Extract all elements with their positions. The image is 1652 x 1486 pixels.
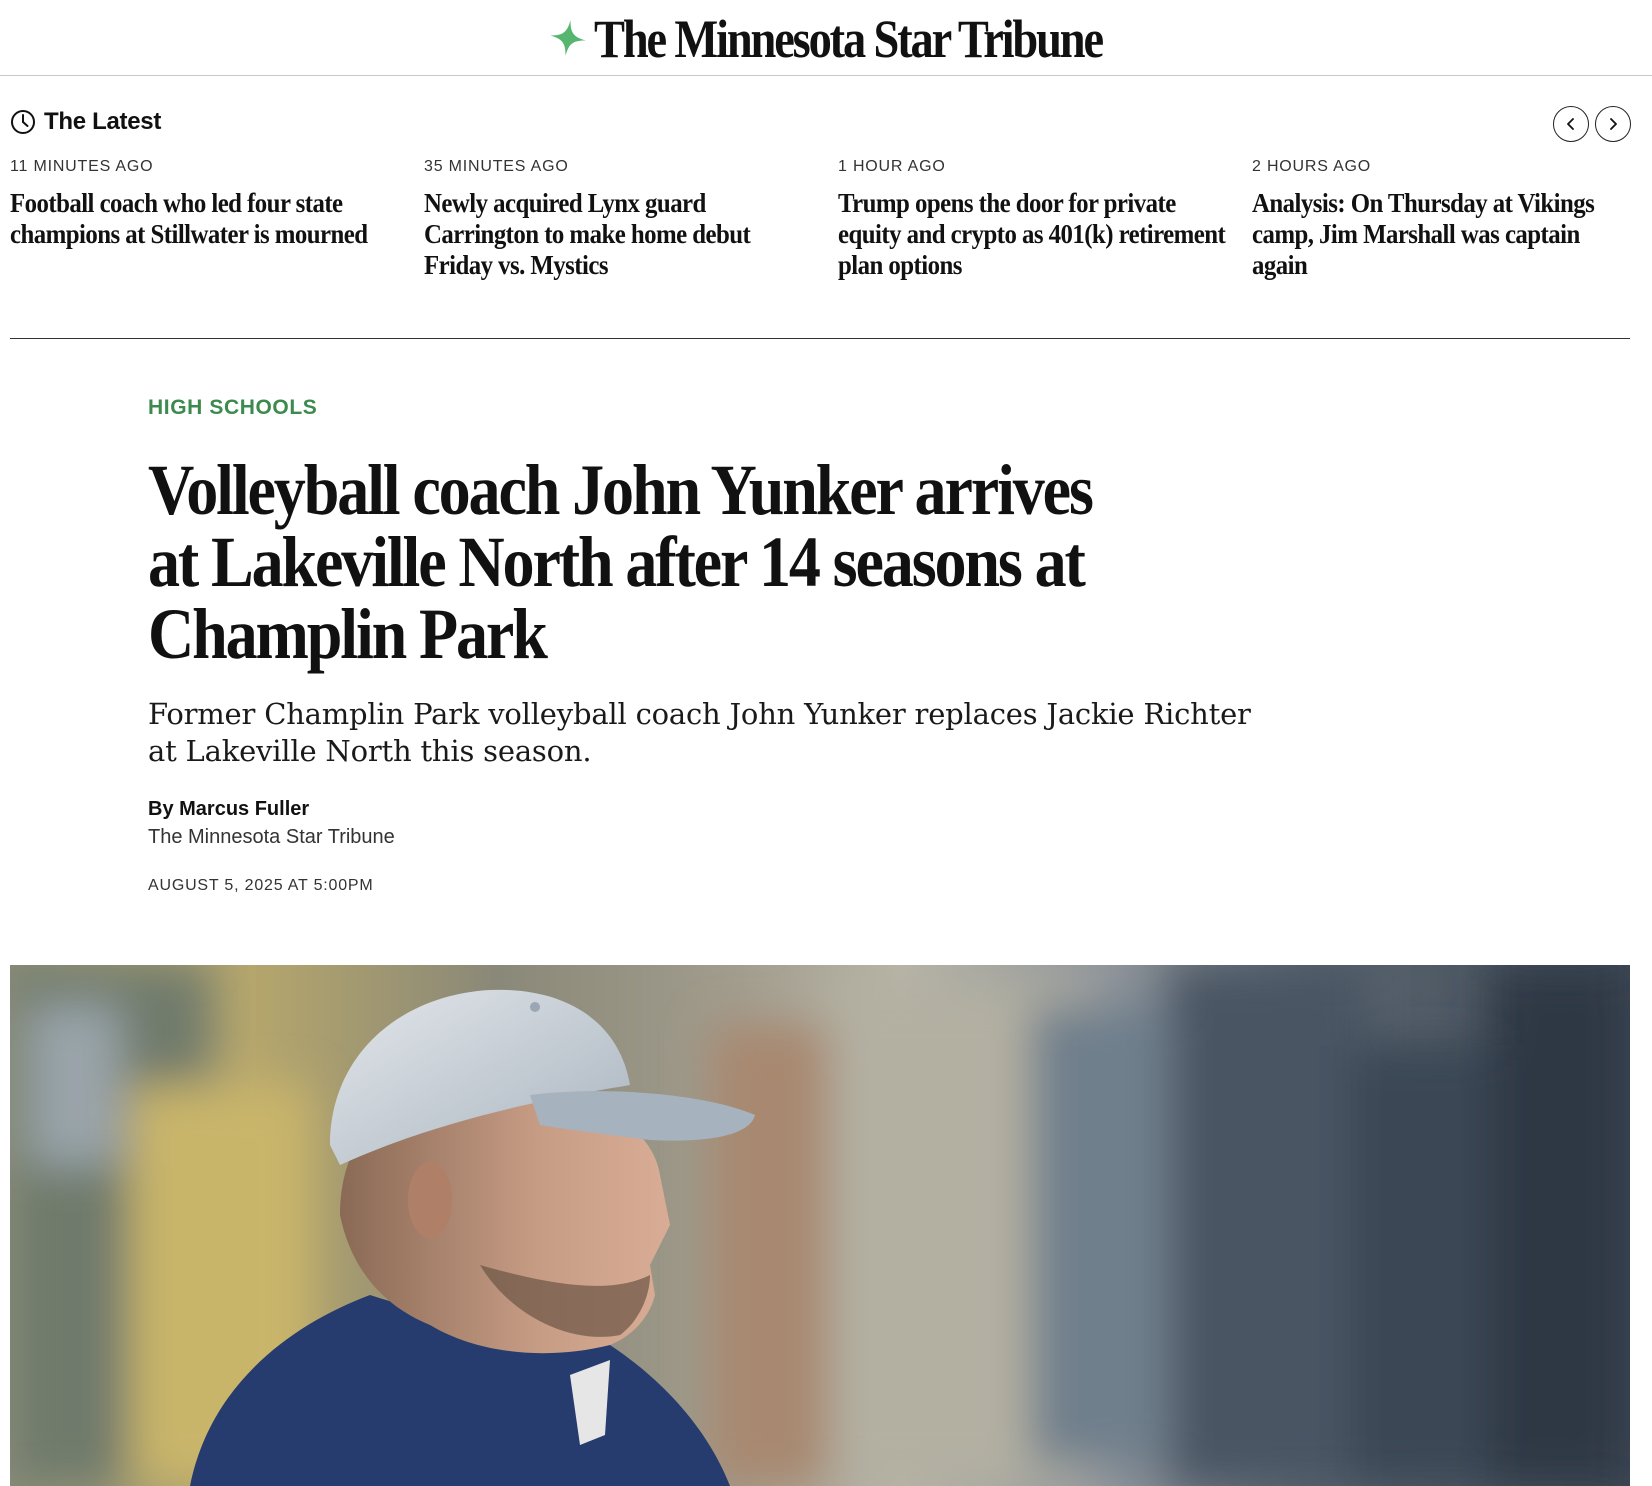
carousel-prev-button[interactable] bbox=[1553, 106, 1589, 142]
section-label-link[interactable]: HIGH SCHOOLS bbox=[148, 396, 317, 420]
site-logo-link[interactable]: The Minnesota Star Tribune bbox=[548, 10, 1105, 66]
article-dek: Former Champlin Park volleyball coach Jo… bbox=[148, 697, 1251, 768]
latest-title: The Latest bbox=[44, 108, 162, 135]
latest-item[interactable]: 35 MINUTES AGO Newly acquired Lynx guard… bbox=[424, 158, 838, 281]
latest-item-time: 11 MINUTES AGO bbox=[10, 158, 154, 175]
lead-photo bbox=[10, 965, 1630, 1486]
clock-icon bbox=[10, 109, 36, 135]
latest-item-headline[interactable]: Trump opens the door for private equity … bbox=[838, 188, 1234, 281]
latest-item[interactable]: 11 MINUTES AGO Football coach who led fo… bbox=[10, 158, 424, 281]
section-divider bbox=[10, 338, 1630, 339]
masthead: The Minnesota Star Tribune bbox=[0, 0, 1652, 76]
latest-header: The Latest bbox=[10, 108, 161, 136]
publish-date: AUGUST 5, 2025 AT 5:00PM bbox=[148, 877, 374, 894]
carousel-next-button[interactable] bbox=[1595, 106, 1631, 142]
article-title: Volleyball coach John Yunker arrives at … bbox=[148, 450, 1094, 674]
latest-item-headline[interactable]: Analysis: On Thursday at Vikings camp, J… bbox=[1252, 188, 1629, 281]
latest-item-time: 35 MINUTES AGO bbox=[424, 158, 569, 175]
latest-item[interactable]: 2 HOURS AGO Analysis: On Thursday at Vik… bbox=[1252, 158, 1642, 281]
chevron-left-icon bbox=[1564, 117, 1578, 131]
byline-prefix: By bbox=[148, 798, 180, 820]
latest-item[interactable]: 1 HOUR AGO Trump opens the door for priv… bbox=[838, 158, 1252, 281]
latest-items-list: 11 MINUTES AGO Football coach who led fo… bbox=[10, 158, 1642, 281]
chevron-right-icon bbox=[1606, 117, 1620, 131]
author-organization: The Minnesota Star Tribune bbox=[148, 826, 395, 848]
author-link[interactable]: Marcus Fuller bbox=[179, 798, 309, 820]
latest-carousel-nav bbox=[1553, 106, 1631, 142]
latest-item-time: 1 HOUR AGO bbox=[838, 158, 946, 175]
article-header: HIGH SCHOOLS Volleyball coach John Yunke… bbox=[148, 396, 1251, 895]
byline: By Marcus Fuller bbox=[148, 798, 1248, 821]
latest-item-time: 2 HOURS AGO bbox=[1252, 158, 1372, 175]
star-logo-icon bbox=[548, 18, 588, 58]
latest-item-headline[interactable]: Football coach who led four state champi… bbox=[10, 188, 406, 250]
site-brand-name: The Minnesota Star Tribune bbox=[593, 8, 1104, 69]
latest-item-headline[interactable]: Newly acquired Lynx guard Carrington to … bbox=[424, 188, 820, 281]
